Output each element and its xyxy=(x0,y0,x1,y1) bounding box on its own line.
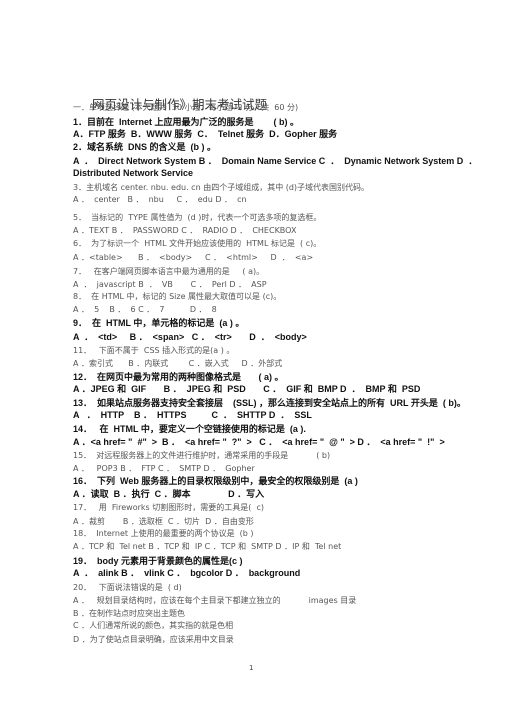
question-8: 8． 在 HTML 中，标记的 Size 属性最大取值可以是 (c)。 xyxy=(73,292,282,301)
question-2-options-cont: Distributed Network Service xyxy=(73,168,194,178)
question-6: 6． 为了标识一个 HTML 文件开始应该使用的 HTML 标记是 ( c)。 xyxy=(73,239,322,248)
question-3: 3．主机域名 center. nbu. edu. cn 由四个子域组成，其中 (… xyxy=(73,183,370,192)
question-12-options: A ．JPEG 和 GIF B ． JPEG 和 PSD C ． GIF 和 B… xyxy=(73,384,421,394)
question-11: 11． 下面不属于 CSS 插入形式的是(a ) 。 xyxy=(73,346,235,355)
question-15-options: A ． POP3 B ． FTP C ． SMTP D ． Gopher xyxy=(73,464,255,473)
question-16: 16． 下列 Web 服务器上的目录权限级别中，最安全的权限级别是 (a ) xyxy=(73,476,358,486)
question-14: 14． 在 HTML 中，要定义一个空链接使用的标记是 (a ). xyxy=(73,424,306,434)
question-8-options: A ． 5 B ． 6 C ． 7 D ． 8 xyxy=(73,305,217,314)
question-20: 20． 下面说法错误的是 ( d) xyxy=(73,583,182,592)
question-5: 5． 当标记的 TYPE 属性值为 (d )时，代表一个可选多项的复选框。 xyxy=(73,213,322,222)
question-18-options: A ．TCP 和 Tel net B ．TCP 和 IP C ．TCP 和 SM… xyxy=(73,542,342,551)
question-18: 18． Internet 上使用的最重要的两个协议是 (b ) xyxy=(73,529,254,538)
question-19: 19． body 元素用于背景颜色的属性是(c ) xyxy=(73,556,243,566)
question-20-option-b: B ．在制作站点时应突出主题色 xyxy=(73,609,186,618)
document-page: 网页设计与制作》期末考试试题 一．单项选择题 (本大题共 30 小题，每小题 2… xyxy=(0,0,505,714)
question-11-options: A ．索引式 B ．内联式 C ．嵌入式 D ．外部式 xyxy=(73,359,283,368)
question-17-options: A ．裁剪 B ．选取框 C ．切片 D ．自由变形 xyxy=(73,517,254,526)
question-6-options: A ．<table> B ． <body> C ． <html> D ． <a> xyxy=(73,253,314,262)
question-9: 9． 在 HTML 中，单元格的标记是 (a ) 。 xyxy=(73,318,245,328)
question-15: 15． 对远程服务器上的文件进行维护时，通常采用的手段是 ( b) xyxy=(73,451,331,460)
question-1-options: A．FTP 服务 B．WWW 服务 C． Telnet 服务 D．Gopher … xyxy=(73,129,338,139)
question-20-option-c: C ．人们通常所说的颜色，其实指的就是色相 xyxy=(73,621,234,630)
question-16-options: A ．读取 B ．执行 C ．脚本 D ．写入 xyxy=(73,489,265,499)
question-5-options: A ．TEXT B ． PASSWORD C ． RADIO D ． CHECK… xyxy=(73,226,297,235)
question-14-options: A ．<a href= " #" > B ． <a href= " ?" > C… xyxy=(73,437,445,447)
question-9-options: A ． <td> B ． <span> C ． <tr> D ． <body> xyxy=(73,332,307,342)
question-12: 12． 在网页中最为常用的两种图像格式是 ( a) 。 xyxy=(73,372,284,382)
question-7-options: A ． javascript B ． VB C ． Perl D ． ASP xyxy=(73,280,267,289)
question-20-option-d: D ．为了使站点目录明确，应该采用中文目录 xyxy=(73,635,234,644)
question-13-options: A ． HTTP B ． HTTPS C ． SHTTP D ． SSL xyxy=(73,410,312,420)
question-7: 7． 在客户端网页脚本语言中最为通用的是 ( a)。 xyxy=(73,267,265,276)
question-13: 13． 如果站点服务器支持安全套接层 (SSL) ，那么连接到安全站点上的所有 … xyxy=(73,398,466,408)
question-2: 2．域名系统 DNS 的含义是 (b ) 。 xyxy=(73,142,217,152)
question-20-option-a: A ． 规划目录结构时，应该在每个主目录下都建立独立的 images 目录 xyxy=(73,596,357,605)
question-17: 17． 用 Fireworks 切割图形时，需要的工具是( c) xyxy=(73,503,264,512)
page-number: 1 xyxy=(249,664,254,672)
question-3-options: A ． center B ． nbu C ． edu D ． cn xyxy=(73,195,247,204)
section-heading: 一．单项选择题 (本大题共 30 小题，每小题 2 分，共 60 分) xyxy=(73,103,299,112)
question-19-options: A ． alink B ． vlink C ． bgcolor D ． back… xyxy=(73,568,301,578)
question-2-options: A ． Direct Network System B ． Domain Nam… xyxy=(73,156,478,166)
question-1: 1．目前在 Internet 上应用最为广泛的服务是 ( b) 。 xyxy=(73,117,300,127)
